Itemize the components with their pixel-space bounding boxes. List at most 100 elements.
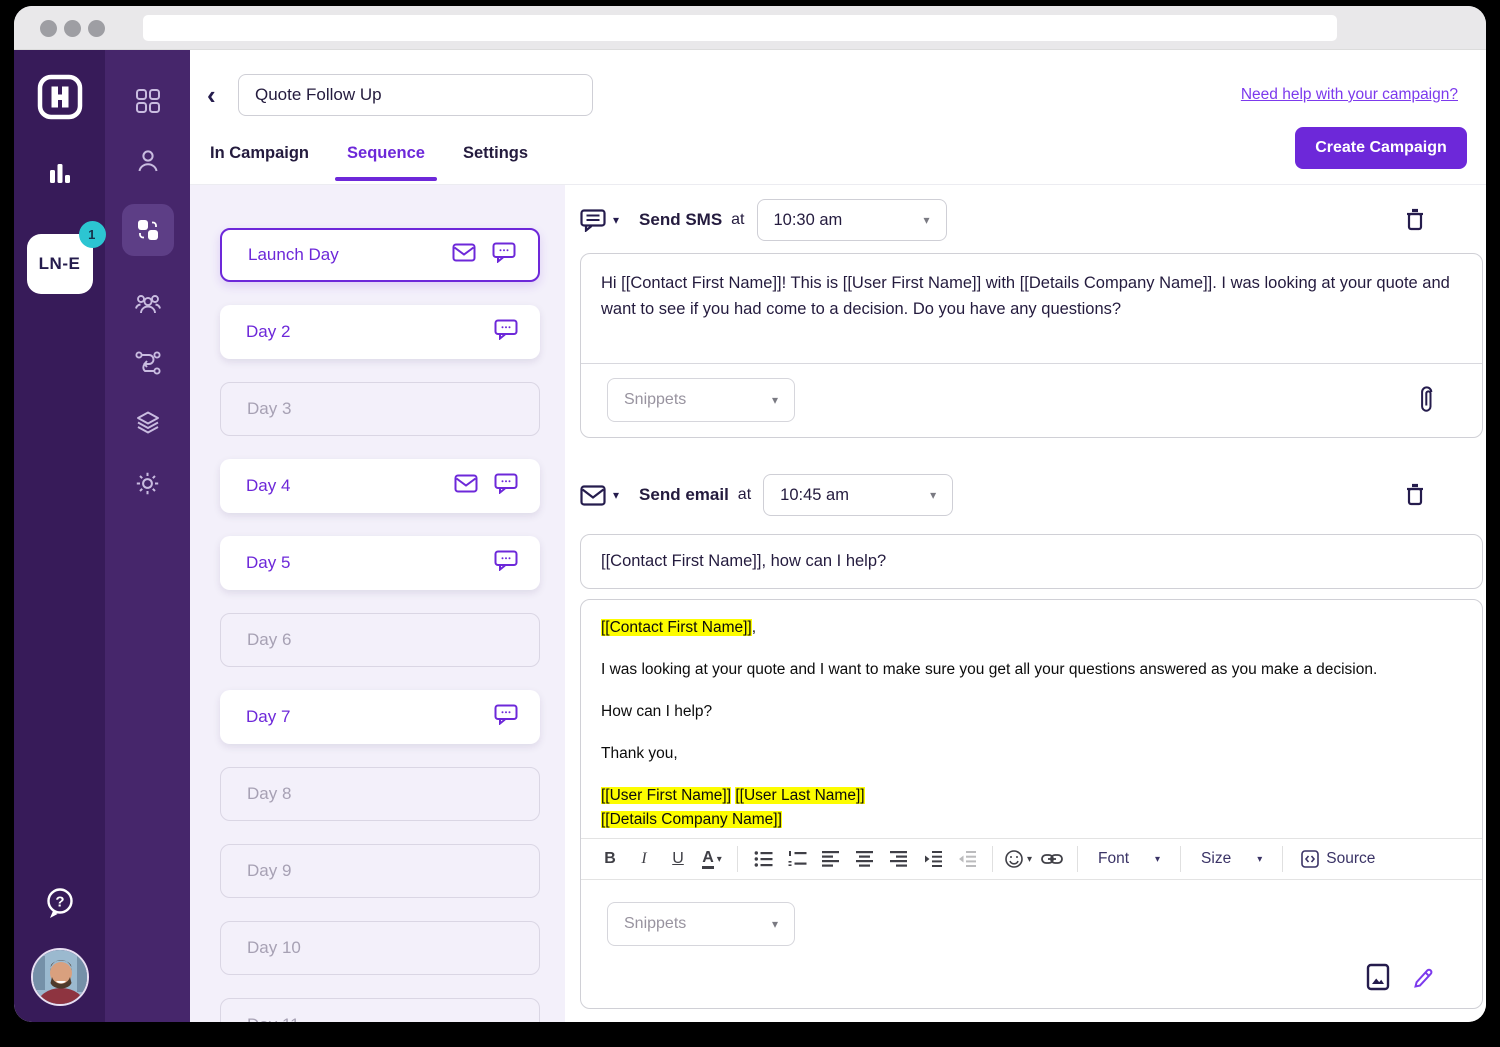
question-glyph: ? — [55, 894, 64, 911]
day-label: Day 3 — [247, 399, 291, 419]
day-label: Day 5 — [246, 553, 290, 573]
formatting-toolbar: B I U A ▾ — [581, 838, 1482, 880]
sms-channel-icon[interactable] — [580, 209, 606, 232]
create-campaign-button[interactable]: Create Campaign — [1295, 127, 1467, 169]
sms-time-value: 10:30 am — [774, 211, 843, 230]
font-size-label: Size — [1201, 850, 1231, 868]
window-minimize-button[interactable] — [64, 20, 81, 37]
text-color-button[interactable]: A ▾ — [697, 844, 727, 874]
email-snippets-select[interactable]: Snippets ▾ — [607, 902, 795, 946]
align-right-button[interactable] — [884, 844, 914, 874]
secondary-sidebar — [105, 50, 190, 1022]
tab-sequence[interactable]: Sequence — [347, 144, 425, 181]
workspace-tile[interactable]: 1 LN-E — [27, 234, 93, 294]
people-icon[interactable] — [134, 290, 162, 316]
workflow-icon[interactable] — [134, 350, 162, 376]
at-label: at — [731, 211, 744, 229]
chevron-down-icon[interactable]: ▾ — [613, 213, 619, 227]
outdent-button[interactable] — [952, 844, 982, 874]
hatch-logo[interactable] — [37, 74, 83, 125]
tab-settings[interactable]: Settings — [463, 144, 528, 181]
emoji-button[interactable]: ▾ — [1003, 844, 1033, 874]
campaigns-icon — [135, 217, 161, 243]
indent-button[interactable] — [918, 844, 948, 874]
merge-field: [[Contact First Name]] — [601, 619, 752, 636]
workspace-label: LN-E — [39, 254, 81, 274]
numbered-list-button[interactable] — [782, 844, 812, 874]
sms-message-textarea[interactable]: Hi [[Contact First Name]]! This is [[Use… — [581, 254, 1482, 364]
chevron-down-icon: ▾ — [772, 393, 778, 407]
email-channel-icon[interactable] — [580, 485, 606, 506]
back-button[interactable]: ‹ — [207, 82, 231, 108]
source-label: Source — [1326, 850, 1375, 868]
help-link[interactable]: Need help with your campaign? — [1241, 86, 1458, 104]
gear-icon[interactable] — [134, 470, 161, 497]
align-left-button[interactable] — [816, 844, 846, 874]
email-time-select[interactable]: 10:45 am ▾ — [763, 474, 953, 516]
window-zoom-button[interactable] — [88, 20, 105, 37]
greeting-comma: , — [752, 619, 756, 636]
sms-time-select[interactable]: 10:30 am ▾ — [757, 199, 947, 241]
day-card-day-9[interactable]: Day 9 — [220, 844, 540, 898]
day-card-day-5[interactable]: Day 5 — [220, 536, 540, 590]
day-label: Day 7 — [246, 707, 290, 727]
day-card-day-8[interactable]: Day 8 — [220, 767, 540, 821]
email-body-paragraph: How can I help? — [601, 702, 1462, 723]
source-button[interactable]: Source — [1293, 850, 1383, 868]
traffic-lights — [40, 20, 105, 37]
source-code-icon — [1301, 850, 1319, 868]
chevron-down-icon: ▾ — [1257, 854, 1262, 865]
primary-sidebar: 1 LN-E ? — [14, 50, 105, 1022]
campaign-name-input[interactable] — [238, 74, 593, 116]
sequence-day-list: Launch Day Day 2 Day 3 — [190, 185, 565, 1022]
avatar[interactable] — [31, 948, 89, 1006]
delete-sms-step-button[interactable] — [1405, 208, 1425, 232]
sms-icon — [494, 704, 518, 730]
day-card-day-3[interactable]: Day 3 — [220, 382, 540, 436]
sms-icon — [492, 242, 516, 268]
bar-chart-icon[interactable] — [45, 159, 75, 192]
day-card-day-11[interactable]: Day 11 — [220, 998, 540, 1022]
font-family-select[interactable]: Font ▾ — [1088, 850, 1170, 868]
at-label: at — [738, 486, 751, 504]
bullet-list-button[interactable] — [748, 844, 778, 874]
day-card-day-4[interactable]: Day 4 — [220, 459, 540, 513]
underline-button[interactable]: U — [663, 844, 693, 874]
chevron-down-icon: ▾ — [717, 854, 722, 865]
insert-image-icon[interactable] — [1366, 963, 1390, 991]
email-subject-input[interactable]: [[Contact First Name]], how can I help? — [580, 534, 1483, 589]
email-step-header: ▾ Send email at 10:45 am ▾ — [580, 474, 1483, 516]
sidebar-item-campaigns-active[interactable] — [122, 204, 174, 256]
address-bar[interactable] — [143, 15, 1337, 41]
sms-snippets-select[interactable]: Snippets ▾ — [607, 378, 795, 422]
link-button[interactable] — [1037, 844, 1067, 874]
font-size-select[interactable]: Size ▾ — [1191, 850, 1272, 868]
italic-button[interactable]: I — [629, 844, 659, 874]
day-card-launch-day[interactable]: Launch Day — [220, 228, 540, 282]
edit-pencil-icon[interactable] — [1411, 964, 1434, 991]
day-card-day-6[interactable]: Day 6 — [220, 613, 540, 667]
day-label: Day 10 — [247, 938, 301, 958]
person-icon[interactable] — [135, 148, 161, 174]
email-action-label: Send email — [639, 485, 729, 505]
address-input[interactable] — [143, 15, 1337, 41]
day-card-day-7[interactable]: Day 7 — [220, 690, 540, 744]
align-center-button[interactable] — [850, 844, 880, 874]
window-close-button[interactable] — [40, 20, 57, 37]
bold-button[interactable]: B — [595, 844, 625, 874]
grid-icon[interactable] — [135, 88, 161, 114]
notification-badge: 1 — [79, 221, 106, 248]
attachment-paperclip-icon[interactable] — [1418, 385, 1435, 415]
day-label: Day 6 — [247, 630, 291, 650]
day-card-day-2[interactable]: Day 2 — [220, 305, 540, 359]
email-editor: [[Contact First Name]], I was looking at… — [580, 599, 1483, 1009]
tab-in-campaign[interactable]: In Campaign — [210, 144, 309, 181]
day-card-day-10[interactable]: Day 10 — [220, 921, 540, 975]
email-body-paragraph: Thank you, — [601, 744, 1462, 765]
help-bubble-icon[interactable]: ? — [44, 887, 76, 926]
email-body-richtext[interactable]: [[Contact First Name]], I was looking at… — [581, 600, 1482, 838]
chevron-down-icon[interactable]: ▾ — [613, 488, 619, 502]
layers-icon[interactable] — [135, 410, 161, 436]
delete-email-step-button[interactable] — [1405, 483, 1425, 507]
day-label: Day 11 — [247, 1015, 300, 1022]
